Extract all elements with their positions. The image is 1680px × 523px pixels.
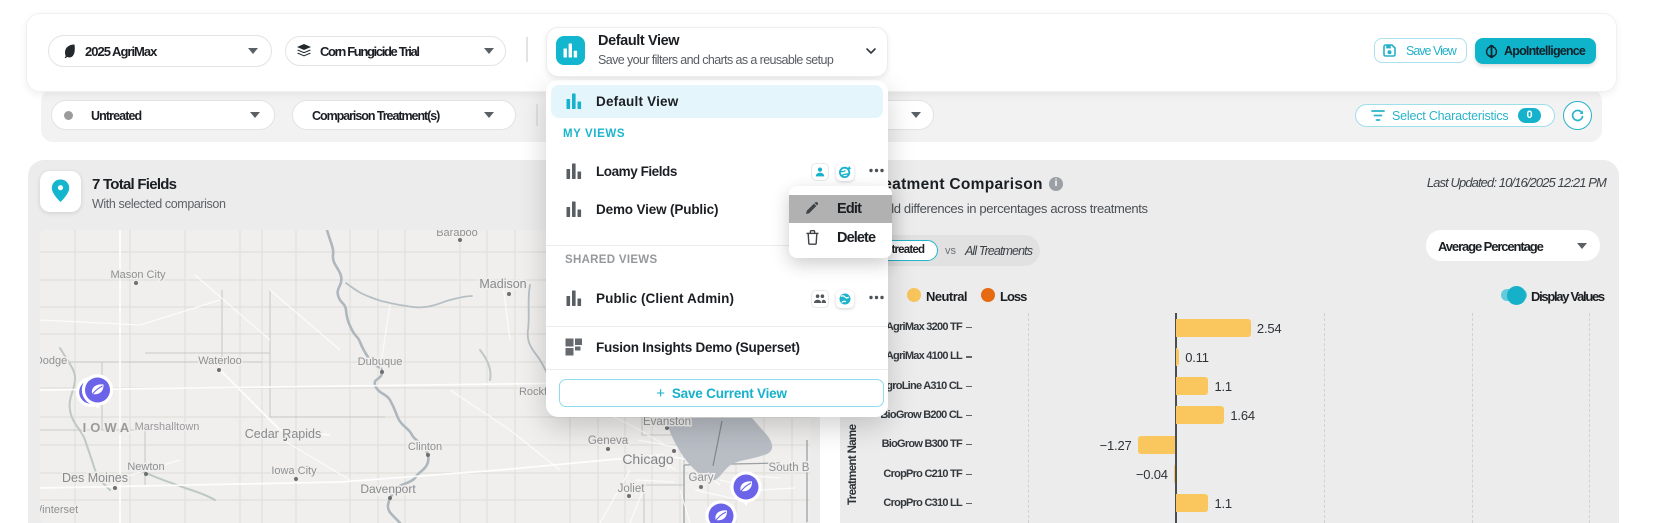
svg-text:Chicago: Chicago bbox=[622, 451, 674, 467]
svg-text:South B: South B bbox=[769, 462, 810, 474]
svg-text:Baraboo: Baraboo bbox=[436, 230, 478, 239]
svg-text:Cedar Rapids: Cedar Rapids bbox=[245, 427, 321, 441]
svg-text:IOWA: IOWA bbox=[83, 420, 134, 435]
svg-text:Dubuque: Dubuque bbox=[358, 356, 403, 368]
svg-text:Geneva: Geneva bbox=[588, 435, 629, 447]
svg-text:Waterloo: Waterloo bbox=[198, 355, 242, 367]
svg-text:Davenport: Davenport bbox=[360, 482, 416, 496]
svg-text:Winterset: Winterset bbox=[40, 504, 78, 516]
svg-text:Mason City: Mason City bbox=[110, 269, 166, 281]
svg-text:Clinton: Clinton bbox=[408, 441, 442, 453]
svg-text:Madison: Madison bbox=[479, 277, 526, 291]
svg-text:Des Moines: Des Moines bbox=[62, 471, 128, 485]
svg-text:Marshalltown: Marshalltown bbox=[135, 421, 200, 433]
svg-text:Evanston: Evanston bbox=[643, 416, 691, 428]
svg-text:Newton: Newton bbox=[127, 461, 164, 473]
svg-text:Dodge: Dodge bbox=[40, 355, 67, 367]
svg-text:Joliet: Joliet bbox=[618, 483, 646, 495]
svg-text:Iowa City: Iowa City bbox=[271, 465, 317, 477]
svg-text:Gary: Gary bbox=[689, 472, 714, 484]
